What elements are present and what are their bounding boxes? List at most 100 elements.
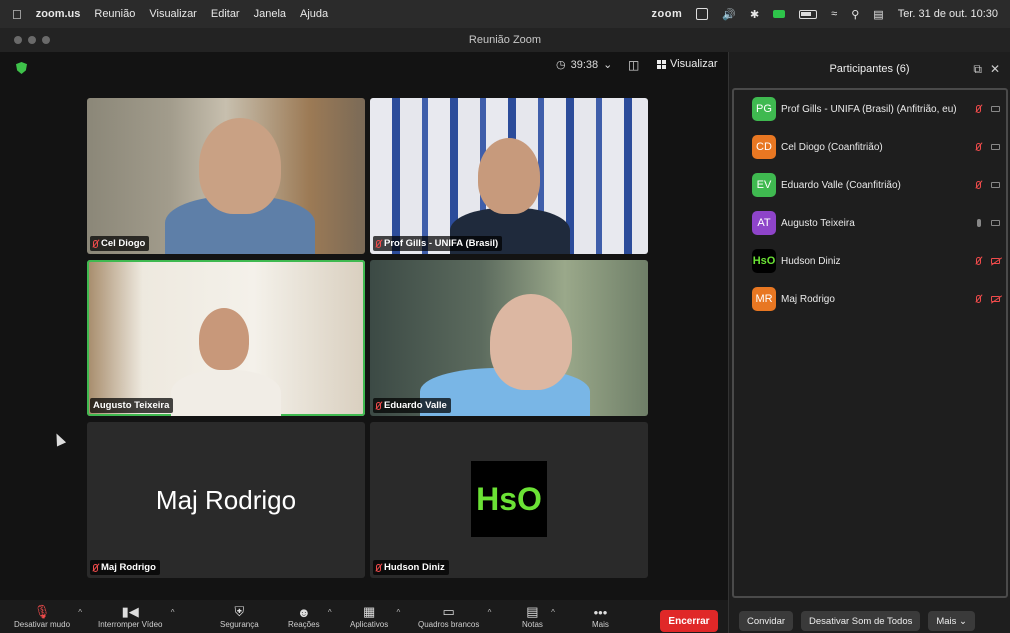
caret-up-icon[interactable]: ^ — [488, 608, 492, 617]
apps-label: Aplicativos — [350, 620, 389, 629]
video-icon: ▮◀ — [121, 604, 139, 619]
chevron-down-icon: ⌄ — [603, 59, 613, 71]
participant-row[interactable]: EV Eduardo Valle (Coanfitrião) — [734, 166, 1006, 204]
avatar: HsO — [752, 249, 776, 273]
participants-panel: Participantes (6) ⧉ ✕ PG Prof Gills - UN… — [728, 52, 1010, 633]
camera-off-icon[interactable] — [991, 296, 1000, 302]
video-tile-eduardo-valle[interactable]: Eduardo Valle — [370, 260, 648, 416]
menu-editar[interactable]: Editar — [211, 8, 240, 20]
caret-up-icon[interactable]: ^ — [171, 608, 175, 617]
camera-icon[interactable] — [991, 144, 1000, 150]
stop-video-button[interactable]: ▮◀ Interromper Vídeo ^ — [98, 604, 174, 629]
participant-row[interactable]: CD Cel Diogo (Coanfitrião) — [734, 128, 1006, 166]
view-button[interactable]: Visualizar — [657, 58, 718, 70]
tile-name: Eduardo Valle — [384, 400, 447, 411]
muted-mic-icon[interactable] — [976, 105, 981, 113]
muted-mic-icon[interactable] — [976, 257, 981, 265]
participant-row[interactable]: MR Maj Rodrigo — [734, 280, 1006, 318]
bluetooth-icon[interactable]: ✱ — [750, 8, 759, 21]
encryption-shield-icon[interactable] — [16, 62, 27, 74]
muted-mic-icon — [376, 239, 381, 248]
menu-ajuda[interactable]: Ajuda — [300, 8, 328, 20]
search-icon[interactable]: ⚲ — [851, 8, 859, 21]
zoom-window-button[interactable] — [42, 36, 50, 44]
menu-bar:  zoom.us Reunião Visualizar Editar Jane… — [0, 0, 1010, 28]
mic-icon[interactable] — [977, 219, 981, 227]
muted-mic-icon — [93, 239, 98, 248]
participant-row[interactable]: AT Augusto Teixeira — [734, 204, 1006, 242]
battery-icon[interactable] — [799, 9, 818, 19]
mute-all-button[interactable]: Desativar Som de Todos — [801, 611, 921, 631]
participant-face — [199, 118, 281, 214]
end-meeting-button[interactable]: Encerrar — [660, 610, 718, 632]
menu-reuniao[interactable]: Reunião — [94, 8, 135, 20]
tile-name: Hudson Diniz — [384, 562, 445, 573]
security-button[interactable]: ⛨ Segurança — [220, 604, 259, 629]
camera-icon[interactable] — [991, 182, 1000, 188]
window-titlebar: Reunião Zoom — [0, 28, 1010, 52]
close-icon[interactable]: ✕ — [990, 62, 1000, 77]
zoom-brand-status-icon[interactable]: zoom — [652, 8, 683, 20]
video-tile-hudson-diniz[interactable]: HsO Hudson Diniz — [370, 422, 648, 578]
video-tile-augusto-teixeira[interactable]: Augusto Teixeira — [87, 260, 365, 416]
participant-name: Augusto Teixeira — [781, 217, 855, 229]
video-tile-maj-rodrigo[interactable]: Maj Rodrigo Maj Rodrigo — [87, 422, 365, 578]
invite-button[interactable]: Convidar — [739, 611, 794, 631]
tile-name: Maj Rodrigo — [101, 562, 156, 573]
unmute-label: Desativar mudo — [14, 620, 71, 629]
video-tile-cel-diogo[interactable]: Cel Diogo — [87, 98, 365, 254]
clock[interactable]: Ter. 31 de out. 10:30 — [898, 8, 998, 20]
caret-up-icon[interactable]: ^ — [551, 608, 555, 617]
camera-icon[interactable] — [991, 220, 1000, 226]
participant-row[interactable]: HsO Hudson Diniz — [734, 242, 1006, 280]
menu-janela[interactable]: Janela — [254, 8, 286, 20]
shield-icon: ⛨ — [234, 604, 245, 619]
caret-up-icon[interactable]: ^ — [396, 608, 400, 617]
chevron-down-icon: ⌄ — [956, 615, 968, 627]
camera-icon[interactable] — [991, 106, 1000, 112]
volume-icon[interactable]: 🔊 — [722, 8, 736, 21]
popout-icon[interactable]: ⧉ — [973, 62, 982, 77]
more-icon: ••• — [593, 604, 608, 620]
participant-name: Prof Gills - UNIFA (Brasil) (Anfitrião, … — [781, 103, 957, 115]
avatar: MR — [752, 287, 776, 311]
video-tile-prof-gills[interactable]: Prof Gills - UNIFA (Brasil) — [370, 98, 648, 254]
fullscreen-toggle-icon[interactable]: ◫ — [628, 58, 639, 72]
participants-more-label: Mais — [936, 615, 957, 627]
participants-list: PG Prof Gills - UNIFA (Brasil) (Anfitriã… — [732, 88, 1008, 598]
control-center-icon[interactable]: ▤ — [873, 8, 883, 21]
participant-name: Eduardo Valle (Coanfitrião) — [781, 179, 901, 191]
whiteboards-button[interactable]: ▭ Quadros brancos ^ — [418, 604, 491, 629]
participants-title: Participantes (6) — [829, 63, 910, 75]
clock-icon: ◷ — [556, 59, 566, 71]
apple-icon[interactable]:  — [12, 7, 22, 22]
muted-mic-icon[interactable] — [976, 295, 981, 303]
reactions-button[interactable]: ☻ Reações ^ — [288, 604, 332, 630]
menu-visualizar[interactable]: Visualizar — [149, 8, 197, 20]
more-button[interactable]: ••• Mais — [592, 604, 609, 630]
flag-icon[interactable] — [773, 10, 786, 18]
apps-button[interactable]: ▦ Aplicativos ^ — [350, 604, 400, 629]
screen-share-status-icon[interactable] — [696, 8, 709, 20]
caret-up-icon[interactable]: ^ — [328, 608, 332, 617]
participant-face — [490, 294, 572, 390]
window-title: Reunião Zoom — [468, 34, 542, 46]
close-window-button[interactable] — [14, 36, 22, 44]
wifi-icon[interactable]: ≈ — [831, 8, 837, 20]
notes-button[interactable]: ▤ Notas ^ — [522, 604, 555, 629]
muted-mic-icon[interactable] — [976, 143, 981, 151]
apps-icon: ▦ — [362, 604, 376, 619]
participants-more-button[interactable]: Mais ⌄ — [928, 611, 976, 631]
tile-nameplate: Eduardo Valle — [373, 398, 451, 413]
muted-mic-icon[interactable] — [976, 181, 981, 189]
participant-row[interactable]: PG Prof Gills - UNIFA (Brasil) (Anfitriã… — [734, 90, 1006, 128]
more-label: Mais — [592, 620, 609, 629]
hudson-logo: HsO — [471, 461, 547, 537]
unmute-button[interactable]: 🎙 Desativar mudo ^ — [14, 604, 82, 629]
meeting-timer[interactable]: ◷ 39:38 ⌄ — [556, 58, 613, 72]
minimize-window-button[interactable] — [28, 36, 36, 44]
muted-mic-icon — [93, 563, 98, 572]
caret-up-icon[interactable]: ^ — [78, 608, 82, 617]
camera-off-icon[interactable] — [991, 258, 1000, 264]
menu-app-name[interactable]: zoom.us — [36, 8, 81, 20]
